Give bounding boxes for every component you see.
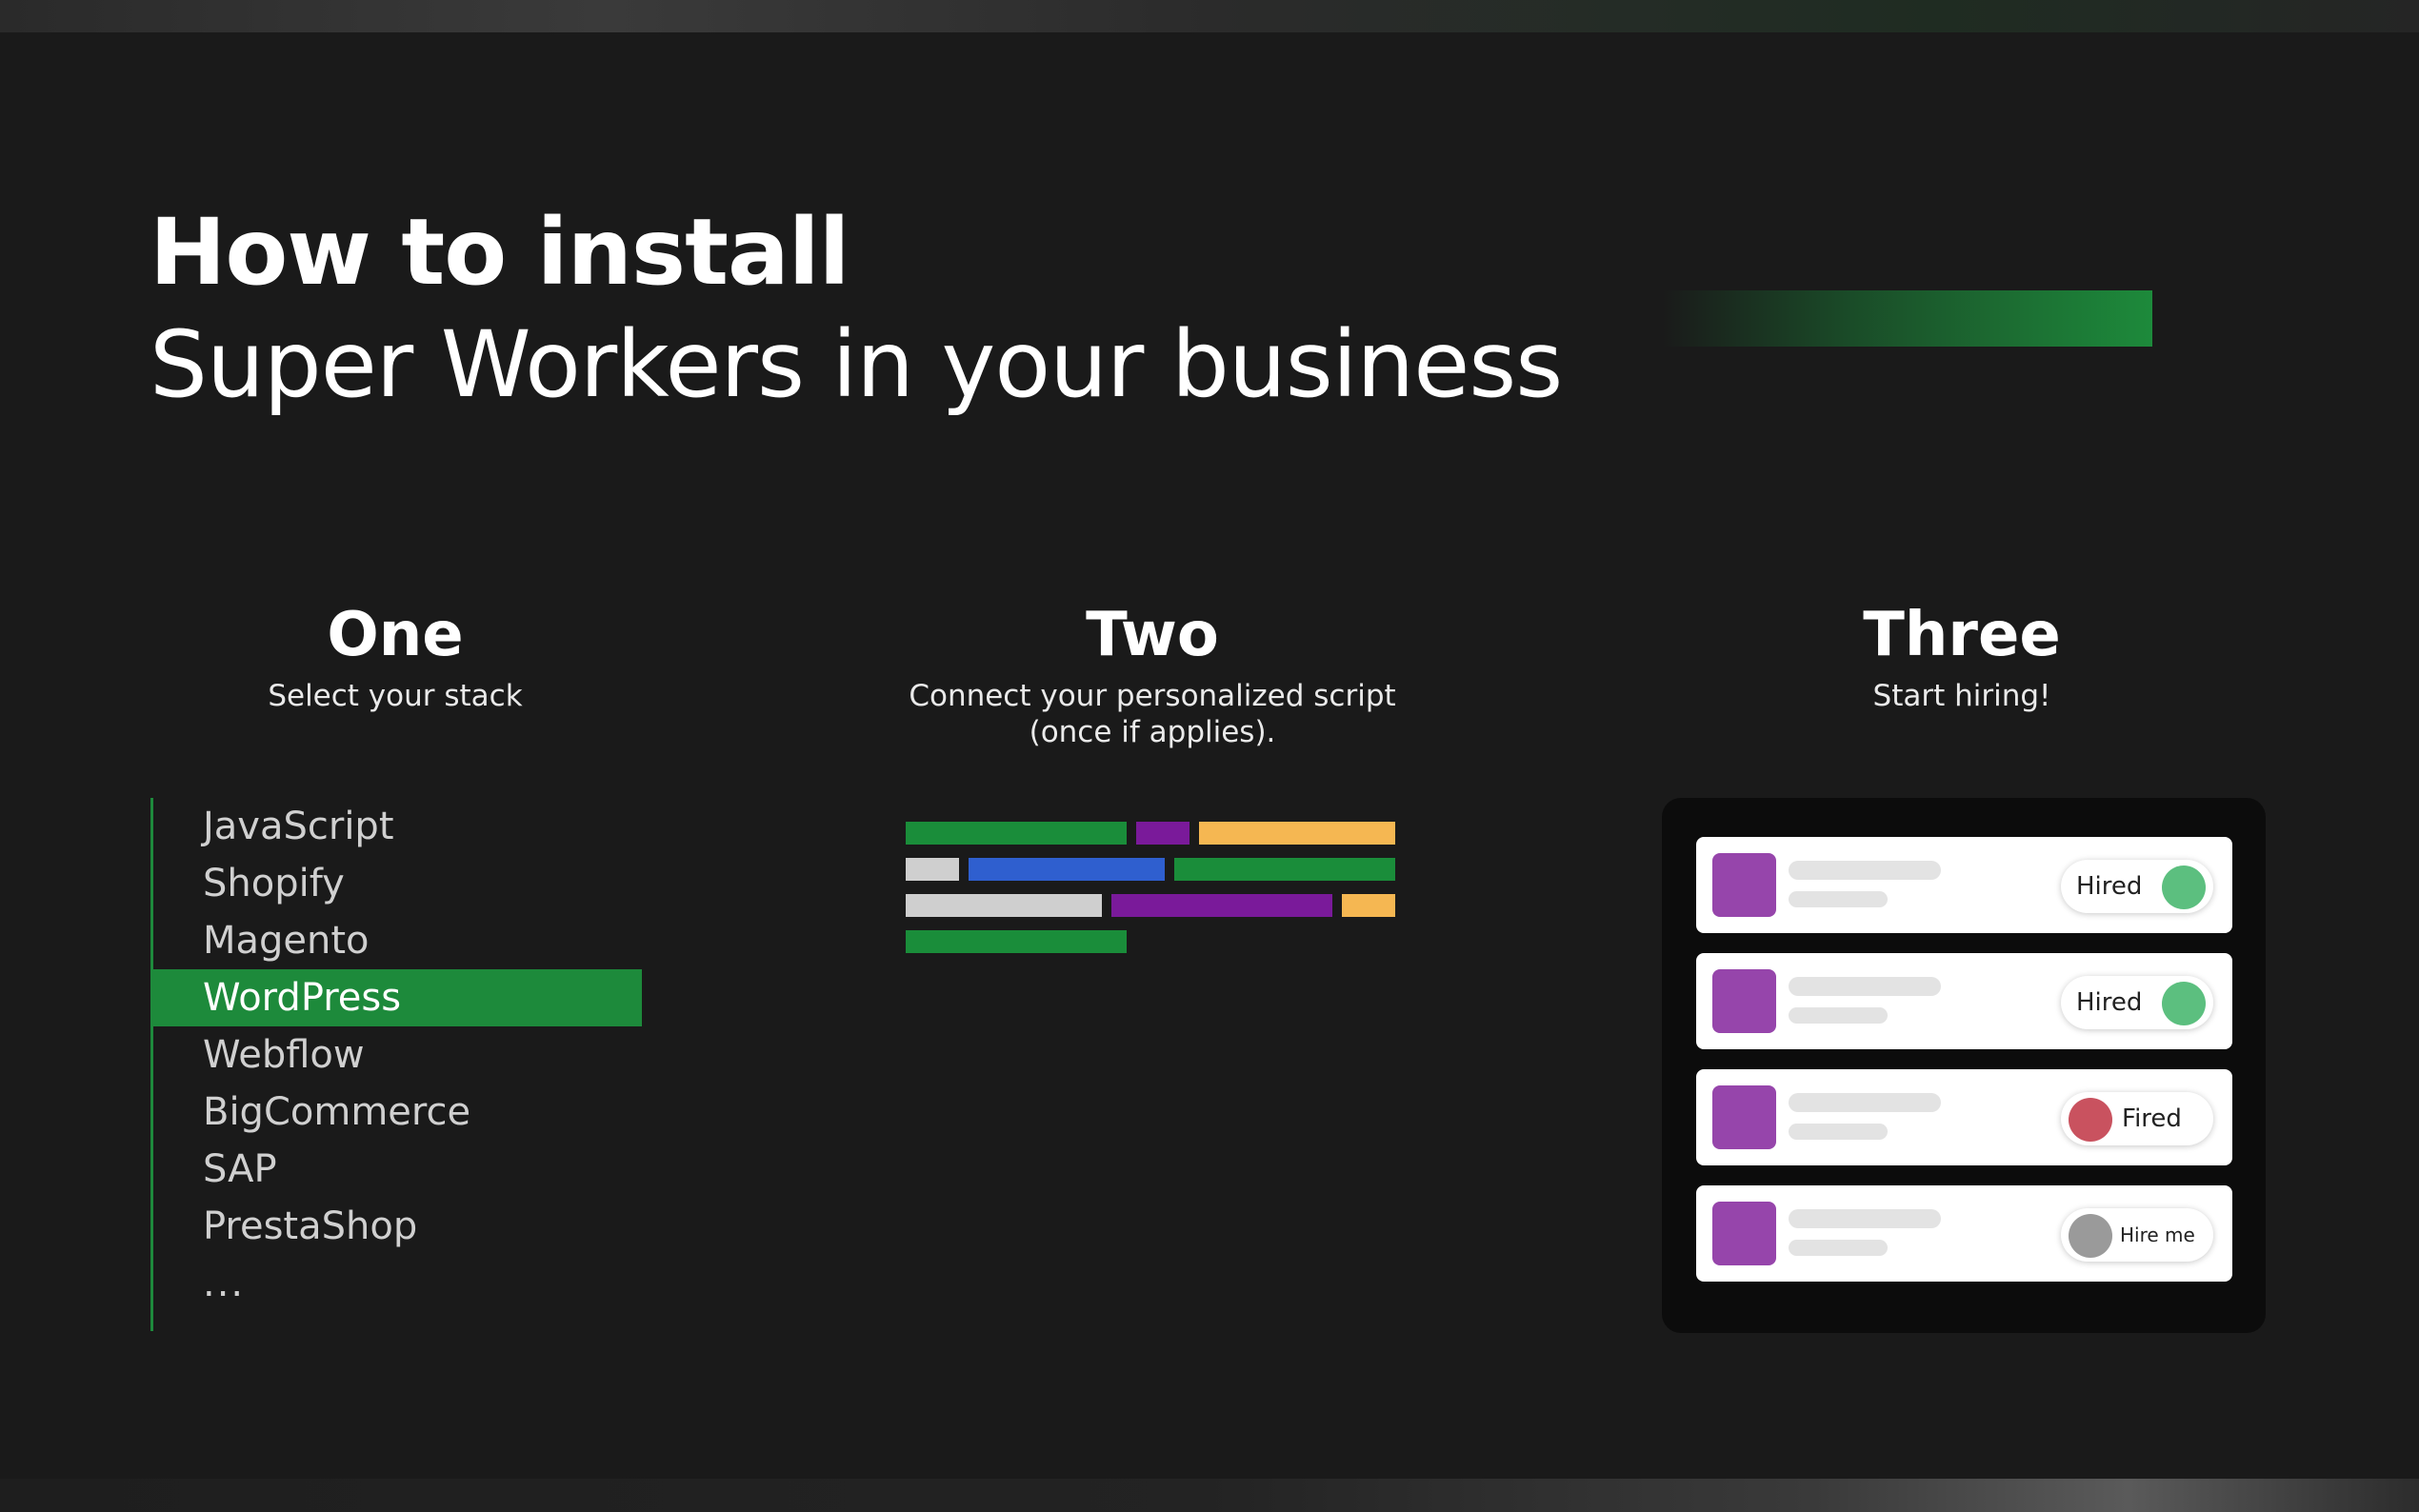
stack-list: JavaScript Shopify Magento WordPress Web… [150, 798, 642, 1331]
step-two-header: Two Connect your personalized script (on… [867, 598, 1438, 750]
worker-card: Hire me [1696, 1185, 2232, 1282]
step-three-header: Three Start hiring! [1771, 598, 2152, 714]
stack-item-more[interactable]: ... [153, 1255, 642, 1312]
role-placeholder [1789, 1240, 1888, 1256]
avatar [1712, 853, 1776, 917]
status-label: Hire me [2120, 1224, 2195, 1246]
hero-accent-bar [1662, 290, 2152, 347]
top-decorative-strip [0, 0, 2419, 32]
hired-toggle[interactable]: Hired [2061, 860, 2213, 913]
status-label: Hired [2076, 988, 2143, 1017]
code-block [906, 822, 1127, 845]
role-placeholder [1789, 891, 1888, 907]
toggle-neutral-indicator [2069, 1214, 2112, 1258]
worker-card: Fired [1696, 1069, 2232, 1165]
stack-item-bigcommerce[interactable]: BigCommerce [153, 1084, 642, 1141]
step-three-description: Start hiring! [1872, 679, 2051, 713]
step-one-header: One Select your stack [205, 598, 586, 714]
step-one-description: Select your stack [268, 679, 523, 713]
step-two-description-line1: Connect your personalized script [909, 679, 1396, 713]
name-placeholder [1789, 861, 1941, 880]
step-two-title: Two [1086, 600, 1219, 670]
toggle-on-indicator [2162, 982, 2206, 1025]
script-illustration [906, 822, 1395, 955]
stack-item-shopify[interactable]: Shopify [153, 855, 642, 912]
toggle-on-indicator [2162, 865, 2206, 909]
role-placeholder [1789, 1007, 1888, 1024]
code-block [1136, 822, 1190, 845]
stack-item-wordpress[interactable]: WordPress [153, 969, 642, 1026]
step-one-title: One [327, 600, 464, 670]
avatar [1712, 1085, 1776, 1149]
hiring-panel: Hired Hired Fired Hire me [1662, 798, 2266, 1333]
code-block [1199, 822, 1395, 845]
avatar [1712, 1202, 1776, 1265]
status-label: Hired [2076, 872, 2143, 901]
fired-toggle[interactable]: Fired [2061, 1092, 2213, 1145]
code-block [906, 894, 1102, 917]
code-block [1342, 894, 1395, 917]
worker-card: Hired [1696, 837, 2232, 933]
status-label: Fired [2122, 1104, 2182, 1133]
stack-item-prestashop[interactable]: PrestaShop [153, 1198, 642, 1255]
step-two-description: Connect your personalized script (once i… [867, 678, 1438, 750]
hired-toggle[interactable]: Hired [2061, 976, 2213, 1029]
code-block [906, 930, 1127, 953]
name-placeholder [1789, 1209, 1941, 1228]
toggle-off-indicator [2069, 1098, 2112, 1142]
code-block [969, 858, 1165, 881]
stack-item-sap[interactable]: SAP [153, 1141, 642, 1198]
name-placeholder [1789, 977, 1941, 996]
step-two-description-line2: (once if applies). [1029, 715, 1276, 749]
code-block [1174, 858, 1395, 881]
role-placeholder [1789, 1124, 1888, 1140]
name-placeholder [1789, 1093, 1941, 1112]
stack-item-magento[interactable]: Magento [153, 912, 642, 969]
bottom-decorative-strip [0, 1479, 2419, 1512]
hire-me-toggle[interactable]: Hire me [2061, 1208, 2213, 1262]
code-block [1111, 894, 1332, 917]
hero-title: How to install [150, 199, 850, 306]
step-three-title: Three [1863, 600, 2061, 670]
worker-card: Hired [1696, 953, 2232, 1049]
hero-subtitle: Super Workers in your business [150, 311, 1563, 418]
stack-item-javascript[interactable]: JavaScript [153, 798, 642, 855]
stack-item-webflow[interactable]: Webflow [153, 1026, 642, 1084]
code-block [906, 858, 959, 881]
avatar [1712, 969, 1776, 1033]
